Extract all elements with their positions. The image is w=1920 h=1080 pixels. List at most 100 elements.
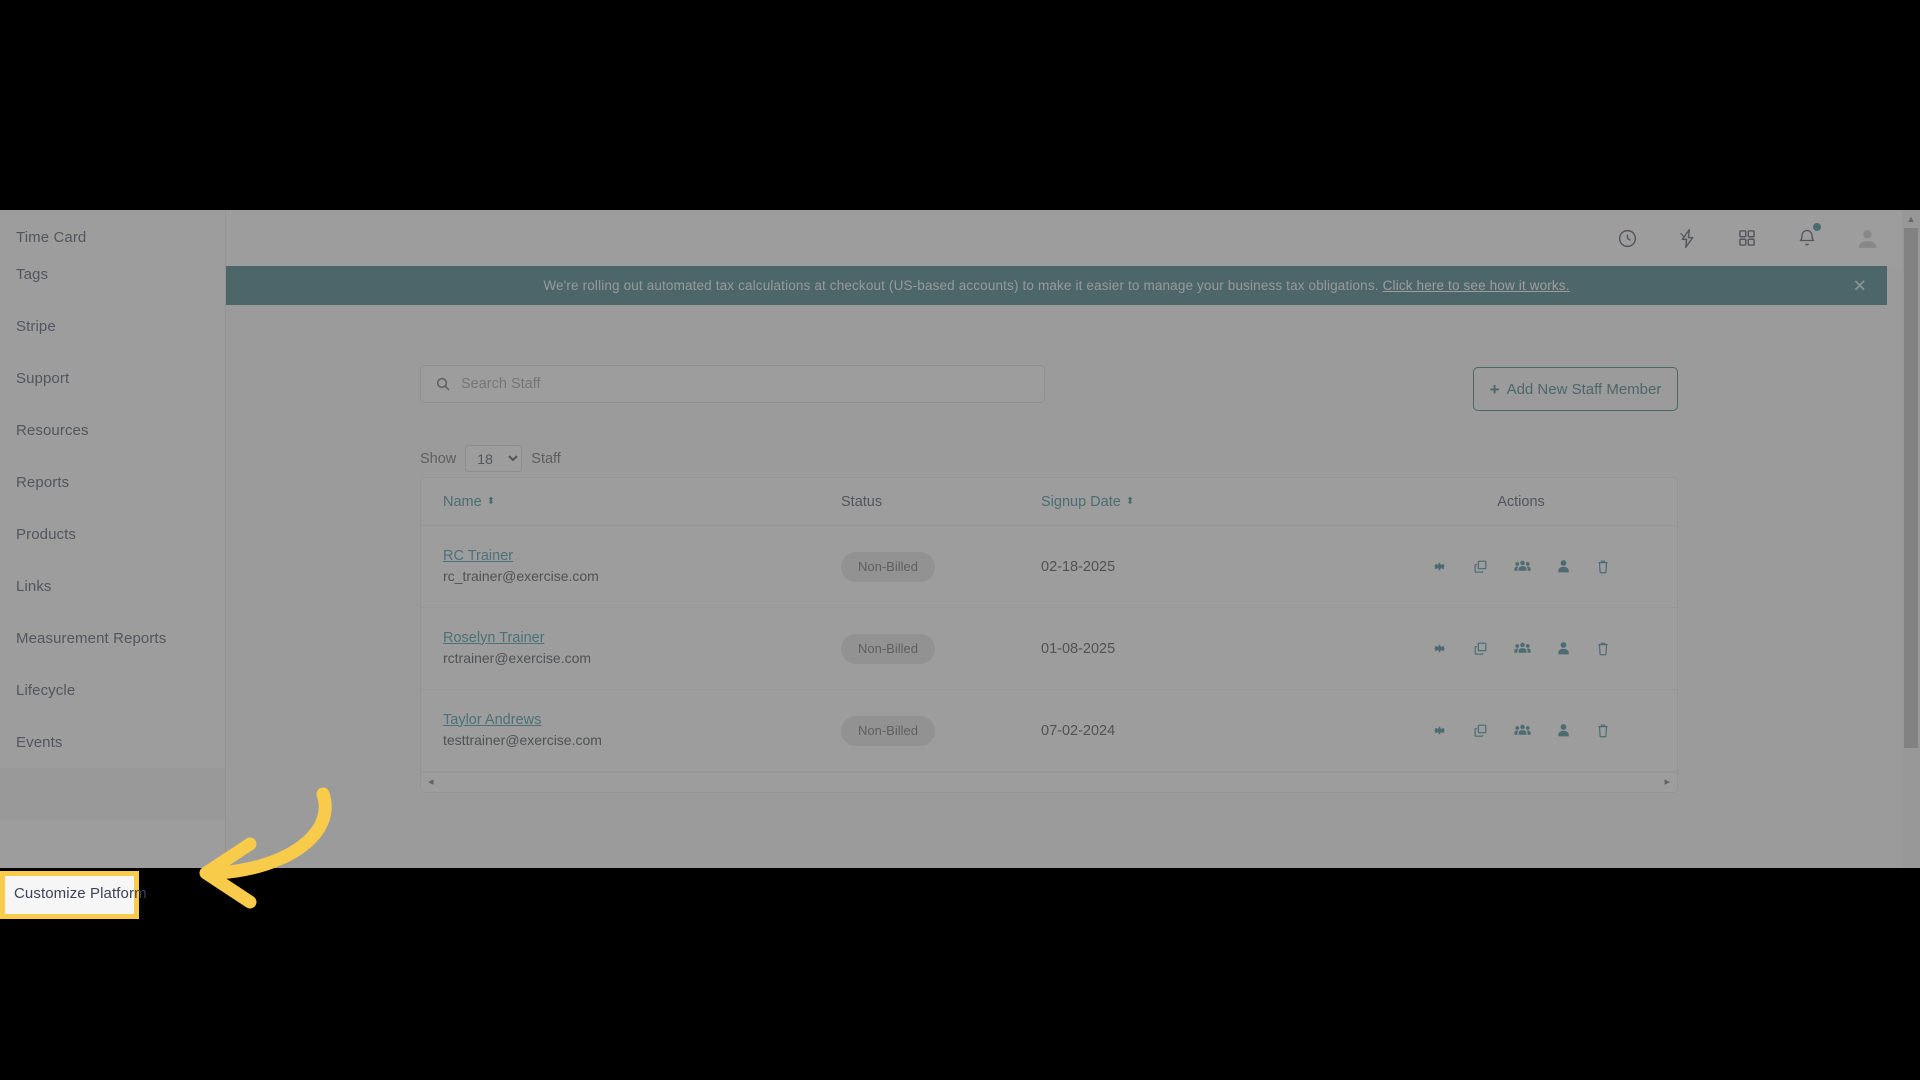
gear-icon[interactable] <box>1432 641 1447 656</box>
column-header-actions: Actions <box>1371 494 1671 510</box>
lightning-bolt-icon[interactable] <box>1674 225 1700 251</box>
sidebar-item-label: Events <box>16 734 62 751</box>
user-icon[interactable] <box>1557 723 1570 738</box>
cell-name: RC Trainer rc_trainer@exercise.com <box>421 548 841 586</box>
banner-text: We're rolling out automated tax calculat… <box>543 278 1378 293</box>
sidebar-item-label: Reports <box>16 474 69 491</box>
sidebar-item-support[interactable]: Support <box>0 352 225 404</box>
sidebar-item-time-card[interactable]: Time Card <box>0 210 225 248</box>
sidebar-item-products[interactable]: Products <box>0 508 225 560</box>
status-badge: Non-Billed <box>841 716 935 746</box>
sidebar-item-label: Support <box>16 370 69 387</box>
user-avatar-icon[interactable] <box>1854 225 1880 251</box>
user-icon[interactable] <box>1557 641 1570 656</box>
staff-name-link[interactable]: RC Trainer <box>443 548 841 564</box>
plus-icon: + <box>1490 381 1500 398</box>
copy-icon[interactable] <box>1473 641 1488 656</box>
browser-vertical-scrollbar[interactable]: ▲ <box>1902 210 1920 868</box>
scroll-right-arrow-icon[interactable]: ▸ <box>1664 777 1670 788</box>
highlight-fill <box>5 876 134 914</box>
customize-platform-highlight-box <box>0 871 139 919</box>
cell-actions <box>1371 723 1671 738</box>
sidebar-item-events[interactable]: Events <box>0 716 225 768</box>
cell-actions <box>1371 641 1671 656</box>
sidebar-item-label <box>16 786 20 803</box>
sidebar-item-label: Time Card <box>16 229 86 246</box>
notification-badge-dot <box>1813 223 1821 231</box>
scroll-left-arrow-icon[interactable]: ◂ <box>428 777 434 788</box>
column-header-name-label: Name <box>443 494 482 510</box>
column-header-signup-date-label: Signup Date <box>1041 494 1121 510</box>
content-scroll-area: + Add New Staff Member Show 18 25 50 100… <box>226 305 1887 868</box>
sidebar-item-label: Stripe <box>16 318 56 335</box>
sort-caret-icon: ⬍ <box>487 497 494 507</box>
column-header-name[interactable]: Name ⬍ <box>421 494 841 510</box>
search-staff-input[interactable] <box>461 376 1001 392</box>
staff-email: testtrainer@exercise.com <box>443 732 602 748</box>
sidebar-item-label: Products <box>16 526 76 543</box>
column-header-status: Status <box>841 494 1041 510</box>
sidebar-item-label: Measurement Reports <box>16 630 166 647</box>
gear-icon[interactable] <box>1432 559 1447 574</box>
trash-icon[interactable] <box>1596 559 1610 574</box>
add-new-staff-member-button[interactable]: + Add New Staff Member <box>1473 367 1678 411</box>
sidebar-item-label: Tags <box>16 266 48 283</box>
group-users-icon[interactable] <box>1514 559 1531 574</box>
table-header-row: Name ⬍ Status Signup Date ⬍ Actions <box>421 478 1677 526</box>
user-icon[interactable] <box>1557 559 1570 574</box>
staff-table: Name ⬍ Status Signup Date ⬍ Actions <box>420 477 1678 793</box>
clock-icon[interactable] <box>1614 225 1640 251</box>
show-count-select[interactable]: 18 25 50 100 <box>465 445 522 472</box>
sidebar-item-tags[interactable]: Tags <box>0 248 225 300</box>
sidebar-item-reports[interactable]: Reports <box>0 456 225 508</box>
scroll-up-arrow-icon[interactable]: ▲ <box>1902 210 1920 227</box>
sidebar-item-label: Resources <box>16 422 89 439</box>
banner-close-icon[interactable]: ✕ <box>1853 277 1867 294</box>
column-header-status-label: Status <box>841 494 882 510</box>
column-header-actions-label: Actions <box>1497 494 1545 510</box>
show-suffix-label: Staff <box>531 451 561 467</box>
sidebar-item-customize-platform[interactable] <box>0 768 225 820</box>
staff-name-link[interactable]: Taylor Andrews <box>443 712 841 728</box>
sidebar-item-stripe[interactable]: Stripe <box>0 300 225 352</box>
status-badge: Non-Billed <box>841 552 935 582</box>
table-horizontal-scrollbar[interactable]: ◂ ▸ <box>421 772 1677 792</box>
group-users-icon[interactable] <box>1514 723 1531 738</box>
staff-toolbar: + Add New Staff Member <box>420 365 1678 413</box>
scrollbar-thumb[interactable] <box>1904 228 1918 748</box>
sidebar-item-label: Lifecycle <box>16 682 75 699</box>
cell-status: Non-Billed <box>841 552 1041 582</box>
sidebar-item-measurement-reports[interactable]: Measurement Reports <box>0 612 225 664</box>
main-column: We're rolling out automated tax calculat… <box>226 210 1920 868</box>
status-badge: Non-Billed <box>841 634 935 664</box>
staff-email: rctrainer@exercise.com <box>443 650 591 666</box>
trash-icon[interactable] <box>1596 723 1610 738</box>
cell-status: Non-Billed <box>841 716 1041 746</box>
gear-icon[interactable] <box>1432 723 1447 738</box>
trash-icon[interactable] <box>1596 641 1610 656</box>
sidebar: Time Card Tags Stripe Support Resources … <box>0 210 226 868</box>
table-row: RC Trainer rc_trainer@exercise.com Non-B… <box>421 526 1677 608</box>
cell-status: Non-Billed <box>841 634 1041 664</box>
copy-icon[interactable] <box>1473 723 1488 738</box>
copy-icon[interactable] <box>1473 559 1488 574</box>
column-header-signup-date[interactable]: Signup Date ⬍ <box>1041 494 1371 510</box>
staff-email: rc_trainer@exercise.com <box>443 568 599 584</box>
apps-grid-icon[interactable] <box>1734 225 1760 251</box>
group-users-icon[interactable] <box>1514 641 1531 656</box>
sidebar-item-lifecycle[interactable]: Lifecycle <box>0 664 225 716</box>
cell-signup-date: 01-08-2025 <box>1041 641 1371 657</box>
cell-name: Taylor Andrews testtrainer@exercise.com <box>421 712 841 750</box>
sidebar-item-links[interactable]: Links <box>0 560 225 612</box>
sidebar-item-resources[interactable]: Resources <box>0 404 225 456</box>
app-viewport: Time Card Tags Stripe Support Resources … <box>0 210 1920 868</box>
search-icon <box>435 376 451 392</box>
customize-platform-highlight-label[interactable]: Customize Platform <box>14 885 147 902</box>
show-entries-control: Show 18 25 50 100 Staff <box>420 445 561 472</box>
table-row: Taylor Andrews testtrainer@exercise.com … <box>421 690 1677 772</box>
banner-learn-more-link[interactable]: Click here to see how it works. <box>1383 278 1570 293</box>
staff-name-link[interactable]: Roselyn Trainer <box>443 630 841 646</box>
tax-announcement-banner: We're rolling out automated tax calculat… <box>226 266 1887 305</box>
notification-bell-icon[interactable] <box>1794 225 1820 251</box>
search-staff-box[interactable] <box>420 365 1045 403</box>
